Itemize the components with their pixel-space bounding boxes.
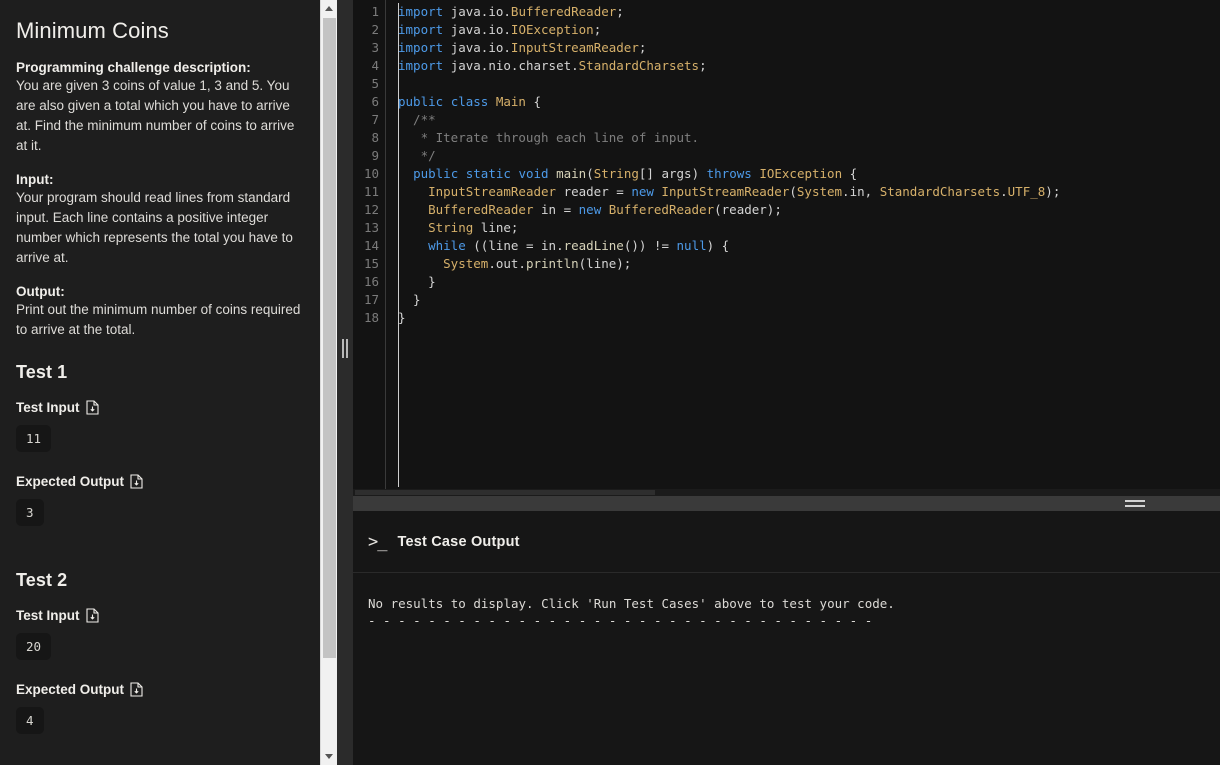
test-input-label: Test Input [16,608,80,623]
line-number: 17 [363,292,379,307]
editor-horizontal-scrollbar[interactable] [353,489,1220,496]
line-number: 6 [371,94,379,109]
input-body: Your program should read lines from stan… [16,190,293,265]
output-panel-body: No results to display. Click 'Run Test C… [353,573,1220,629]
editor-horizontal-scrollbar-thumb[interactable] [355,490,655,495]
test-input-value: 11 [16,425,52,452]
test-case-title: Test 2 [16,570,68,590]
output-separator: - - - - - - - - - - - - - - - - - - - - … [368,613,873,628]
terminal-prompt-icon: >_ [368,531,388,552]
file-download-icon[interactable] [130,682,143,697]
description-heading: Programming challenge description: [16,60,251,75]
output-message: No results to display. Click 'Run Test C… [368,596,895,611]
test-input-label: Test Input [16,400,80,415]
line-number: 14 [363,238,379,253]
expected-output-label: Expected Output [16,474,125,489]
editor-and-output-pane: 1 2 3 4 5 6 7 8 9 10 11 12 13 14 15 16 1… [353,0,1220,765]
input-heading: Input: [16,172,54,187]
line-number: 15 [363,256,379,271]
problem-sidebar: Minimum Coins Programming challenge desc… [0,0,338,765]
line-number: 12 [363,202,379,217]
vertical-splitter-grip-icon[interactable] [342,339,349,358]
line-number: 4 [371,58,379,73]
file-download-icon[interactable] [85,400,99,415]
test-case-block: Test 2 Test Input 20 Expected Output 4 [16,570,302,756]
line-number: 10 [363,166,379,181]
line-number: 3 [371,40,379,55]
line-number: 8 [371,130,379,145]
line-number: 18 [363,310,379,325]
test-case-output-panel: >_ Test Case Output No results to displa… [353,511,1220,765]
output-panel-header: >_ Test Case Output [353,511,1220,573]
scroll-down-arrow-icon[interactable] [321,748,338,765]
output-heading: Output: [16,284,65,299]
line-number: 16 [363,274,379,289]
output-body: Print out the minimum number of coins re… [16,302,301,337]
test-input-value: 20 [16,633,52,660]
sidebar-scrollbar-thumb[interactable] [323,18,336,658]
expected-output-label: Expected Output [16,682,125,697]
horizontal-splitter-grip-icon[interactable] [1125,500,1145,507]
scroll-up-arrow-icon[interactable] [321,0,338,17]
problem-description-panel: Minimum Coins Programming challenge desc… [0,0,320,765]
page-title: Minimum Coins [16,18,169,43]
line-number: 5 [371,76,379,91]
vertical-splitter[interactable] [337,0,353,765]
file-download-icon[interactable] [130,474,143,489]
test-input-label-row: Test Input [16,400,302,415]
input-section: Input: Your program should read lines fr… [16,172,302,268]
expected-output-label-row: Expected Output [16,474,302,489]
horizontal-splitter[interactable] [353,496,1220,511]
file-download-icon[interactable] [85,608,99,623]
code-editor[interactable]: 1 2 3 4 5 6 7 8 9 10 11 12 13 14 15 16 1… [353,0,1220,489]
line-number: 11 [363,184,379,199]
line-number: 2 [371,22,379,37]
code-challenge-app: Minimum Coins Programming challenge desc… [0,0,1220,765]
expected-output-value: 3 [16,499,44,526]
description-body: You are given 3 coins of value 1, 3 and … [16,78,295,153]
output-section: Output: Print out the minimum number of … [16,284,302,340]
editor-code-area[interactable]: import java.io.BufferedReader; import jav… [386,0,1220,489]
line-number: 7 [371,112,379,127]
editor-line-numbers: 1 2 3 4 5 6 7 8 9 10 11 12 13 14 15 16 1… [353,0,386,489]
expected-output-label-row: Expected Output [16,682,302,697]
line-number: 13 [363,220,379,235]
expected-output-value: 4 [16,707,44,734]
output-panel-title: Test Case Output [397,533,520,550]
line-number: 1 [371,4,379,19]
description-section: Programming challenge description: You a… [16,60,302,156]
test-case-title: Test 1 [16,362,68,382]
test-input-label-row: Test Input [16,608,302,623]
sidebar-scrollbar[interactable] [320,0,338,765]
line-number: 9 [371,148,379,163]
editor-indent-guide [398,3,399,487]
test-case-block: Test 1 Test Input 11 Expected Output 3 [16,362,302,548]
